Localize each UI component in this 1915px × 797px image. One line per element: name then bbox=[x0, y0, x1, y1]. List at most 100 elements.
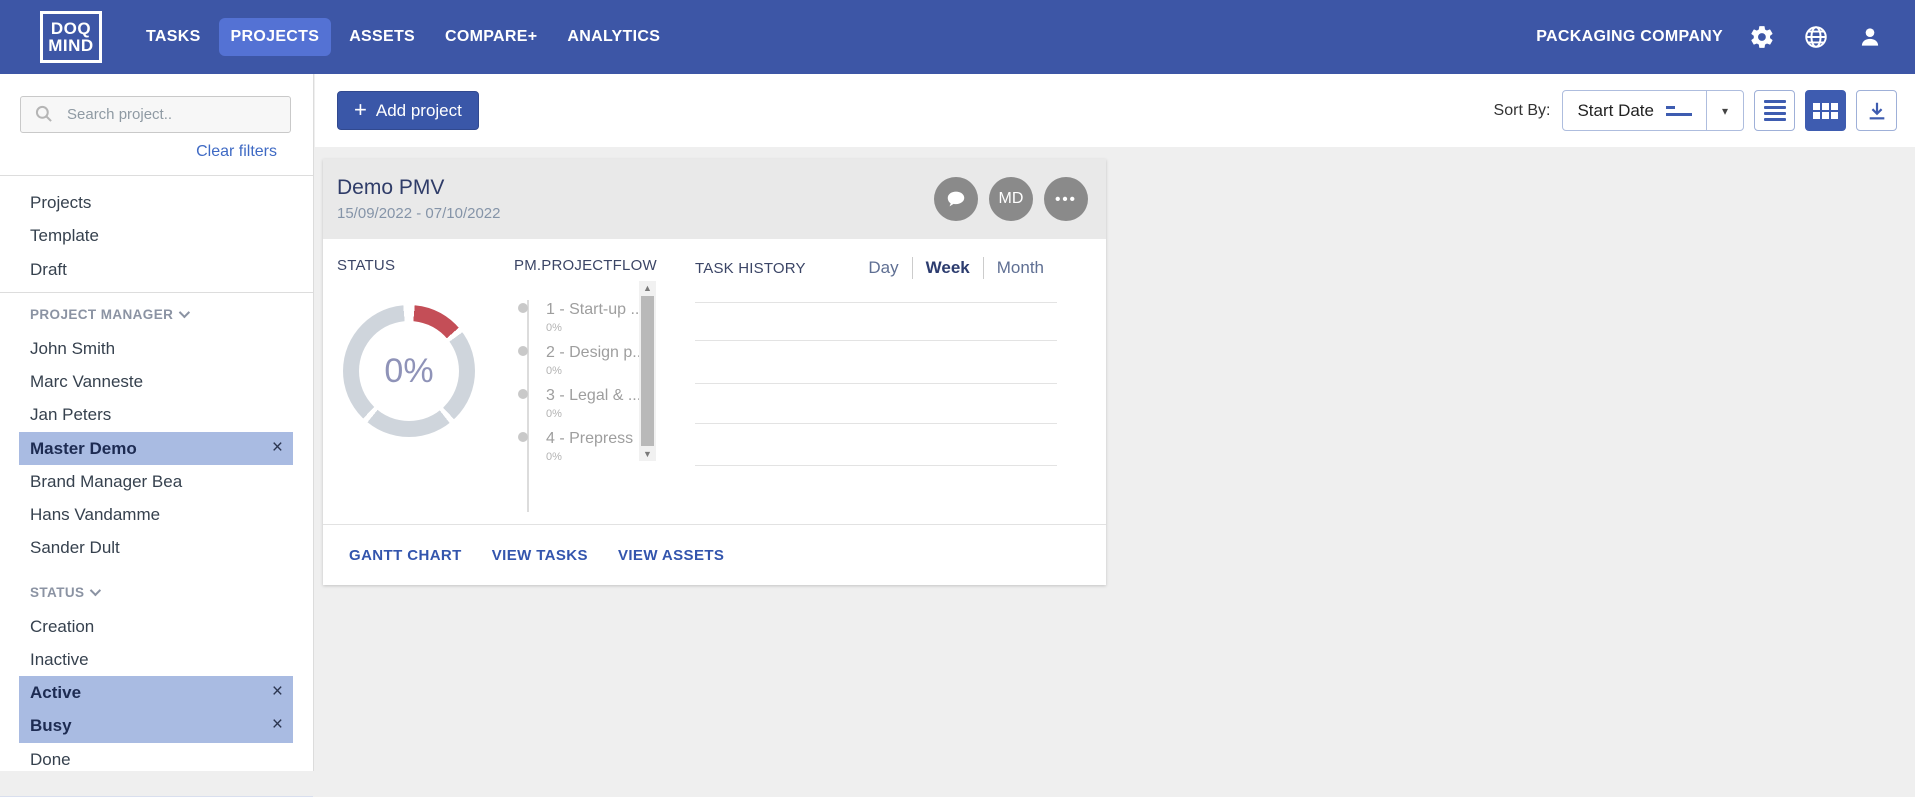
comments-button[interactable] bbox=[934, 177, 978, 221]
ellipsis-icon: ••• bbox=[1055, 191, 1077, 208]
tab-week[interactable]: Week bbox=[913, 258, 983, 278]
status-item-creation[interactable]: Creation bbox=[19, 610, 293, 643]
project-card-header: Demo PMV 15/09/2022 - 07/10/2022 MD ••• bbox=[323, 159, 1106, 239]
settings-button[interactable] bbox=[1747, 22, 1777, 52]
pm-item-jan-peters[interactable]: Jan Peters bbox=[19, 398, 293, 431]
sort-dropdown-button[interactable]: ▾ bbox=[1707, 91, 1743, 130]
project-card: Demo PMV 15/09/2022 - 07/10/2022 MD ••• … bbox=[323, 159, 1106, 585]
project-card-titleblock: Demo PMV 15/09/2022 - 07/10/2022 bbox=[337, 176, 500, 222]
project-title: Demo PMV bbox=[337, 176, 500, 200]
tab-month[interactable]: Month bbox=[984, 258, 1057, 278]
status-item-inactive[interactable]: Inactive bbox=[19, 643, 293, 676]
type-filter-list: Projects Template Draft bbox=[0, 176, 313, 292]
scroll-down-icon[interactable]: ▼ bbox=[643, 447, 652, 461]
logo-line2: MIND bbox=[48, 37, 93, 54]
progress-donut-chart: 0% bbox=[343, 305, 475, 437]
section-status[interactable]: STATUS bbox=[0, 571, 313, 608]
progress-percent: 0% bbox=[384, 352, 433, 391]
nav-assets[interactable]: ASSETS bbox=[337, 18, 427, 56]
tab-day[interactable]: Day bbox=[855, 258, 911, 278]
gantt-chart-link[interactable]: GANTT CHART bbox=[349, 547, 462, 564]
chevron-down-icon bbox=[179, 307, 190, 318]
scrollbar-thumb[interactable] bbox=[641, 296, 654, 446]
chart-gridline bbox=[695, 465, 1057, 466]
app-logo[interactable]: DOQ MIND bbox=[40, 11, 102, 63]
nav-compare[interactable]: COMPARE+ bbox=[433, 18, 549, 56]
download-icon bbox=[1866, 100, 1888, 122]
caret-down-icon: ▾ bbox=[1722, 104, 1728, 118]
pm-item-hans-vandamme[interactable]: Hans Vandamme bbox=[19, 498, 293, 531]
nav-analytics[interactable]: ANALYTICS bbox=[555, 18, 672, 56]
view-tasks-link[interactable]: VIEW TASKS bbox=[492, 547, 588, 564]
projectflow-column: PM.PROJECTFLOW 1 - Start-up ... 0% 2 - D… bbox=[514, 257, 664, 507]
task-history-tabs: Day Week Month bbox=[855, 257, 1057, 279]
avatar-initials: MD bbox=[999, 190, 1024, 208]
list-view-icon bbox=[1764, 100, 1786, 121]
task-history-column: TASK HISTORY Day Week Month bbox=[695, 257, 1057, 507]
donut-hole: 0% bbox=[359, 321, 459, 421]
pm-item-marc-vanneste[interactable]: Marc Vanneste bbox=[19, 365, 293, 398]
projectflow-heading: PM.PROJECTFLOW bbox=[514, 257, 664, 274]
add-project-button[interactable]: + Add project bbox=[337, 91, 479, 130]
step-label: 4 - Prepress bbox=[546, 430, 633, 448]
status-filter-list: Creation Inactive Active × Busy × Done bbox=[0, 608, 313, 782]
chart-gridline bbox=[695, 423, 1057, 424]
section-title-label: PROJECT MANAGER bbox=[30, 307, 173, 322]
company-name: PACKAGING COMPANY bbox=[1536, 28, 1723, 46]
filter-sidebar: Clear filters Projects Template Draft PR… bbox=[0, 74, 314, 771]
more-options-button[interactable]: ••• bbox=[1044, 177, 1088, 221]
sidebar-item-template[interactable]: Template bbox=[19, 219, 293, 252]
pm-item-master-demo[interactable]: Master Demo × bbox=[19, 432, 293, 465]
clear-filters-link[interactable]: Clear filters bbox=[0, 143, 277, 161]
chevron-down-icon bbox=[90, 585, 101, 596]
step-circle-icon bbox=[518, 432, 528, 442]
status-item-busy[interactable]: Busy × bbox=[19, 709, 293, 742]
sort-direction-icon bbox=[1666, 106, 1692, 116]
profile-button[interactable] bbox=[1855, 22, 1885, 52]
grid-view-button[interactable] bbox=[1805, 90, 1846, 131]
remove-filter-icon[interactable]: × bbox=[272, 714, 283, 737]
nav-projects[interactable]: PROJECTS bbox=[219, 18, 332, 56]
view-assets-link[interactable]: VIEW ASSETS bbox=[618, 547, 724, 564]
step-label: 2 - Design p... bbox=[546, 344, 646, 362]
toolbar-right: Sort By: Start Date ▾ bbox=[1494, 90, 1897, 131]
scrollbar[interactable]: ▲ ▼ bbox=[639, 281, 656, 461]
nav-tasks[interactable]: TASKS bbox=[134, 18, 213, 56]
projects-toolbar: + Add project Sort By: Start Date ▾ bbox=[315, 74, 1915, 147]
step-percent: 0% bbox=[546, 365, 562, 377]
pm-item-sander-dult[interactable]: Sander Dult bbox=[19, 531, 293, 564]
status-item-label: Active bbox=[30, 683, 81, 702]
main-nav: TASKS PROJECTS ASSETS COMPARE+ ANALYTICS bbox=[134, 18, 672, 56]
logo-line1: DOQ bbox=[51, 20, 91, 37]
plus-icon: + bbox=[354, 99, 367, 121]
language-globe-icon bbox=[1803, 24, 1829, 50]
add-project-label: Add project bbox=[376, 101, 462, 121]
export-button[interactable] bbox=[1856, 90, 1897, 131]
project-card-body: STATUS 0% PM.PROJECTFLOW 1 - Start-up ..… bbox=[323, 239, 1106, 523]
search-wrap bbox=[20, 96, 291, 133]
scroll-up-icon[interactable]: ▲ bbox=[643, 281, 652, 295]
language-button[interactable] bbox=[1801, 22, 1831, 52]
sidebar-item-projects[interactable]: Projects bbox=[19, 186, 293, 219]
remove-filter-icon[interactable]: × bbox=[272, 681, 283, 704]
step-circle-icon bbox=[518, 389, 528, 399]
sort-value-button[interactable]: Start Date bbox=[1563, 91, 1706, 130]
step-percent: 0% bbox=[546, 408, 562, 420]
avatar[interactable]: MD bbox=[989, 177, 1033, 221]
section-title-label: STATUS bbox=[30, 585, 84, 600]
search-input[interactable] bbox=[20, 96, 291, 133]
topbar-right: PACKAGING COMPANY bbox=[1536, 22, 1885, 52]
user-profile-icon bbox=[1857, 24, 1883, 50]
list-view-button[interactable] bbox=[1754, 90, 1795, 131]
remove-filter-icon[interactable]: × bbox=[272, 437, 283, 460]
pm-item-label: Master Demo bbox=[30, 439, 137, 458]
chart-gridline bbox=[695, 340, 1057, 341]
step-circle-icon bbox=[518, 303, 528, 313]
sort-select: Start Date ▾ bbox=[1562, 90, 1744, 131]
status-item-active[interactable]: Active × bbox=[19, 676, 293, 709]
sidebar-item-draft[interactable]: Draft bbox=[19, 253, 293, 286]
step-label: 3 - Legal & ... bbox=[546, 387, 641, 405]
pm-item-brand-manager-bea[interactable]: Brand Manager Bea bbox=[19, 465, 293, 498]
section-project-manager[interactable]: PROJECT MANAGER bbox=[0, 293, 313, 330]
pm-item-john-smith[interactable]: John Smith bbox=[19, 332, 293, 365]
